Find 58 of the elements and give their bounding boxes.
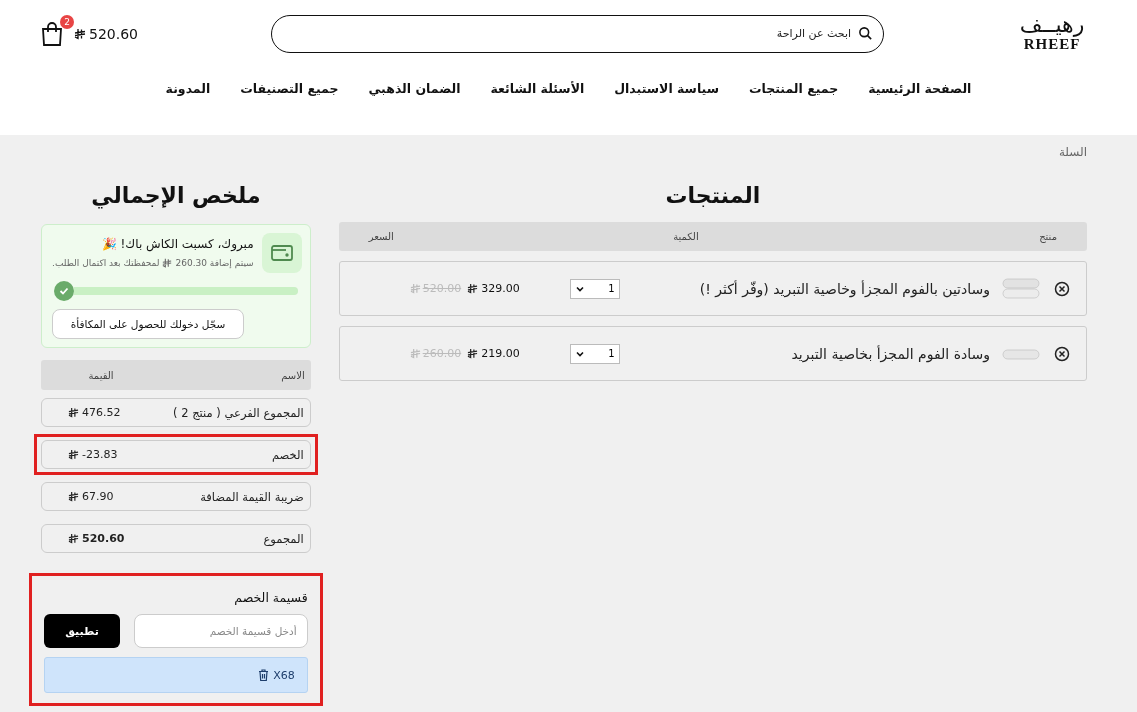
nav-link[interactable]: جميع التصنيفات [240,81,339,96]
nav-link[interactable]: الصفحة الرئيسية [868,81,972,96]
summary-value: -23.83 [42,448,118,461]
logo-text[interactable]: RHEEF [1023,36,1081,53]
trash-icon[interactable] [258,669,270,681]
login-button[interactable]: سجّل دخولك للحصول على المكافأة [52,309,245,339]
summary-value: 520.60 [42,532,125,545]
section-title: ملخص الإجمالي [90,183,262,208]
coupon-code: X68 [273,668,295,682]
search-icon [858,25,873,41]
coupon-field[interactable]: أدخل قسيمة الخصم [134,614,308,648]
riyal-icon [467,283,479,294]
remove-icon[interactable] [1054,280,1070,297]
product-name[interactable]: وسادة الفوم المجزأ بخاصية التبريد [791,345,990,362]
breadcrumb[interactable]: السلة [46,145,1087,159]
riyal-icon [409,283,421,294]
check-icon [54,281,75,301]
nav-link[interactable]: جميع المنتجات [749,81,839,96]
column-header: القيمة [87,369,115,381]
summary-label: ضريبة القيمة المضافة [199,489,304,504]
section-title: المنتجات [664,183,762,208]
coupon-title: قسيمة الخصم [233,590,308,605]
cashback-text: سيتم إضافة 260.30 لمحفظتك بعد اكتمال الطلب. [52,258,254,268]
cart-count-badge: 2 [60,14,74,29]
logo-arabic[interactable]: رهيــف [1019,14,1085,36]
summary-label: المجموع الفرعي ( منتج 2 ) [172,405,304,420]
cashback-title: مبروك، كسبت الكاش باك! 🎉 [100,237,254,251]
shopping-bag-icon[interactable] [40,20,64,47]
price: 219.00 [467,347,520,360]
riyal-icon [68,491,80,502]
nav-link[interactable]: المدونة [165,81,211,96]
column-header: الكمية [672,231,699,242]
summary-label: المجموع [262,531,304,546]
riyal-icon [68,449,80,460]
column-header: السعر [368,231,395,242]
riyal-icon [467,348,479,359]
apply-button[interactable]: تطبيق [44,614,121,648]
remove-icon[interactable] [1054,345,1070,362]
riyal-icon [162,258,173,268]
nav-link[interactable]: سياسة الاستبدال [614,81,719,96]
riyal-icon [68,407,80,418]
column-header: الاسم [280,369,305,381]
product-name[interactable]: وسادتين بالفوم المجزأ وخاصية التبريد (وفّر أكثر !) [699,280,990,297]
price: 329.00 [467,282,520,295]
summary-value: 67.90 [42,490,114,503]
column-header: منتج [1038,231,1057,242]
riyal-icon [68,533,80,544]
cart-total: 520.60 [74,25,138,42]
summary-label: الخصم [270,447,304,462]
summary-value: 476.52 [42,406,121,419]
wallet-icon [261,233,302,273]
search-field[interactable]: ابحث عن الراحة [271,14,884,53]
nav-link[interactable]: الأسئلة الشائعة [490,81,585,96]
riyal-icon [74,27,86,40]
quantity-select[interactable]: 1 [569,343,620,364]
riyal-icon [409,348,421,359]
nav-link[interactable]: الضمان الذهبي [368,81,461,96]
quantity-select[interactable]: 1 [569,278,620,299]
